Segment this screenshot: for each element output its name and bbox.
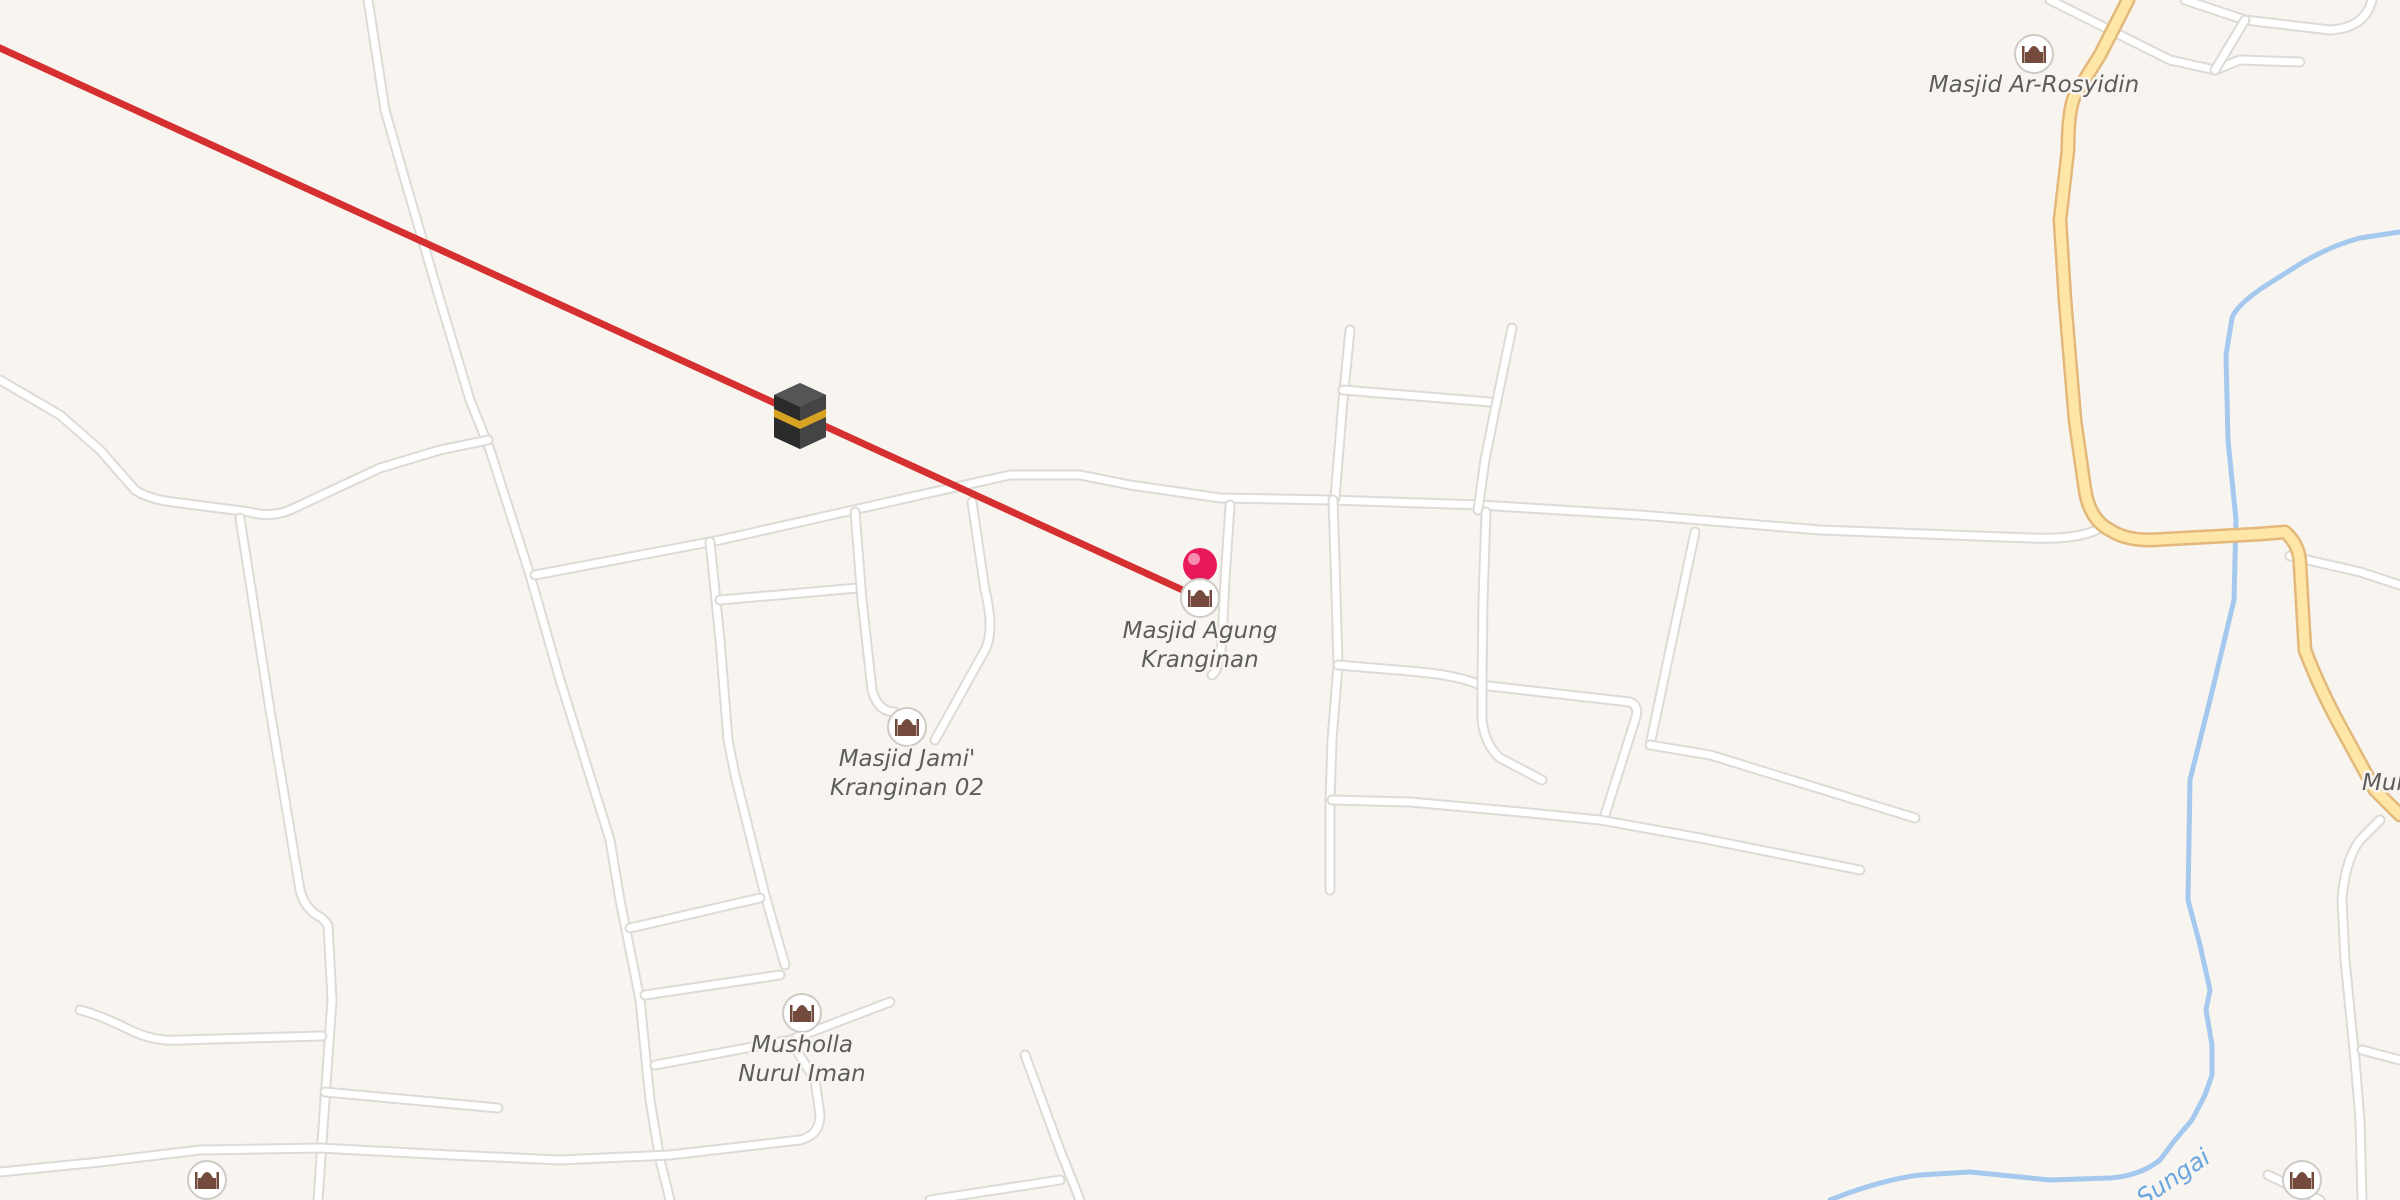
mosque-icon [887, 707, 927, 747]
poi-label: Masjid Ar-Rosyidin [1929, 72, 2139, 98]
poi-muh-partial[interactable]: Muh [2360, 768, 2400, 799]
poi-label-line1: Masjid Jami' [839, 746, 976, 772]
mosque-icon[interactable] [187, 1160, 227, 1200]
mosque-icon [2014, 34, 2054, 74]
mosque-icon[interactable] [2282, 1160, 2322, 1200]
poi-label-line2: Kranginan [1141, 647, 1258, 673]
poi-label-line2: Kranginan 02 [830, 775, 984, 801]
poi-label-line1: Musholla [751, 1032, 853, 1058]
poi-label-line2: Nurul Iman [738, 1061, 865, 1087]
map-canvas[interactable]: Masjid Ar-Rosyidin Masjid Agung Krangina… [0, 0, 2400, 1200]
poi-label: Muh [2362, 770, 2400, 796]
kaaba-icon[interactable] [774, 383, 826, 449]
mosque-icon [782, 993, 822, 1033]
poi-label-line1: Masjid Agung [1123, 618, 1278, 644]
mosque-icon [1180, 578, 1220, 618]
